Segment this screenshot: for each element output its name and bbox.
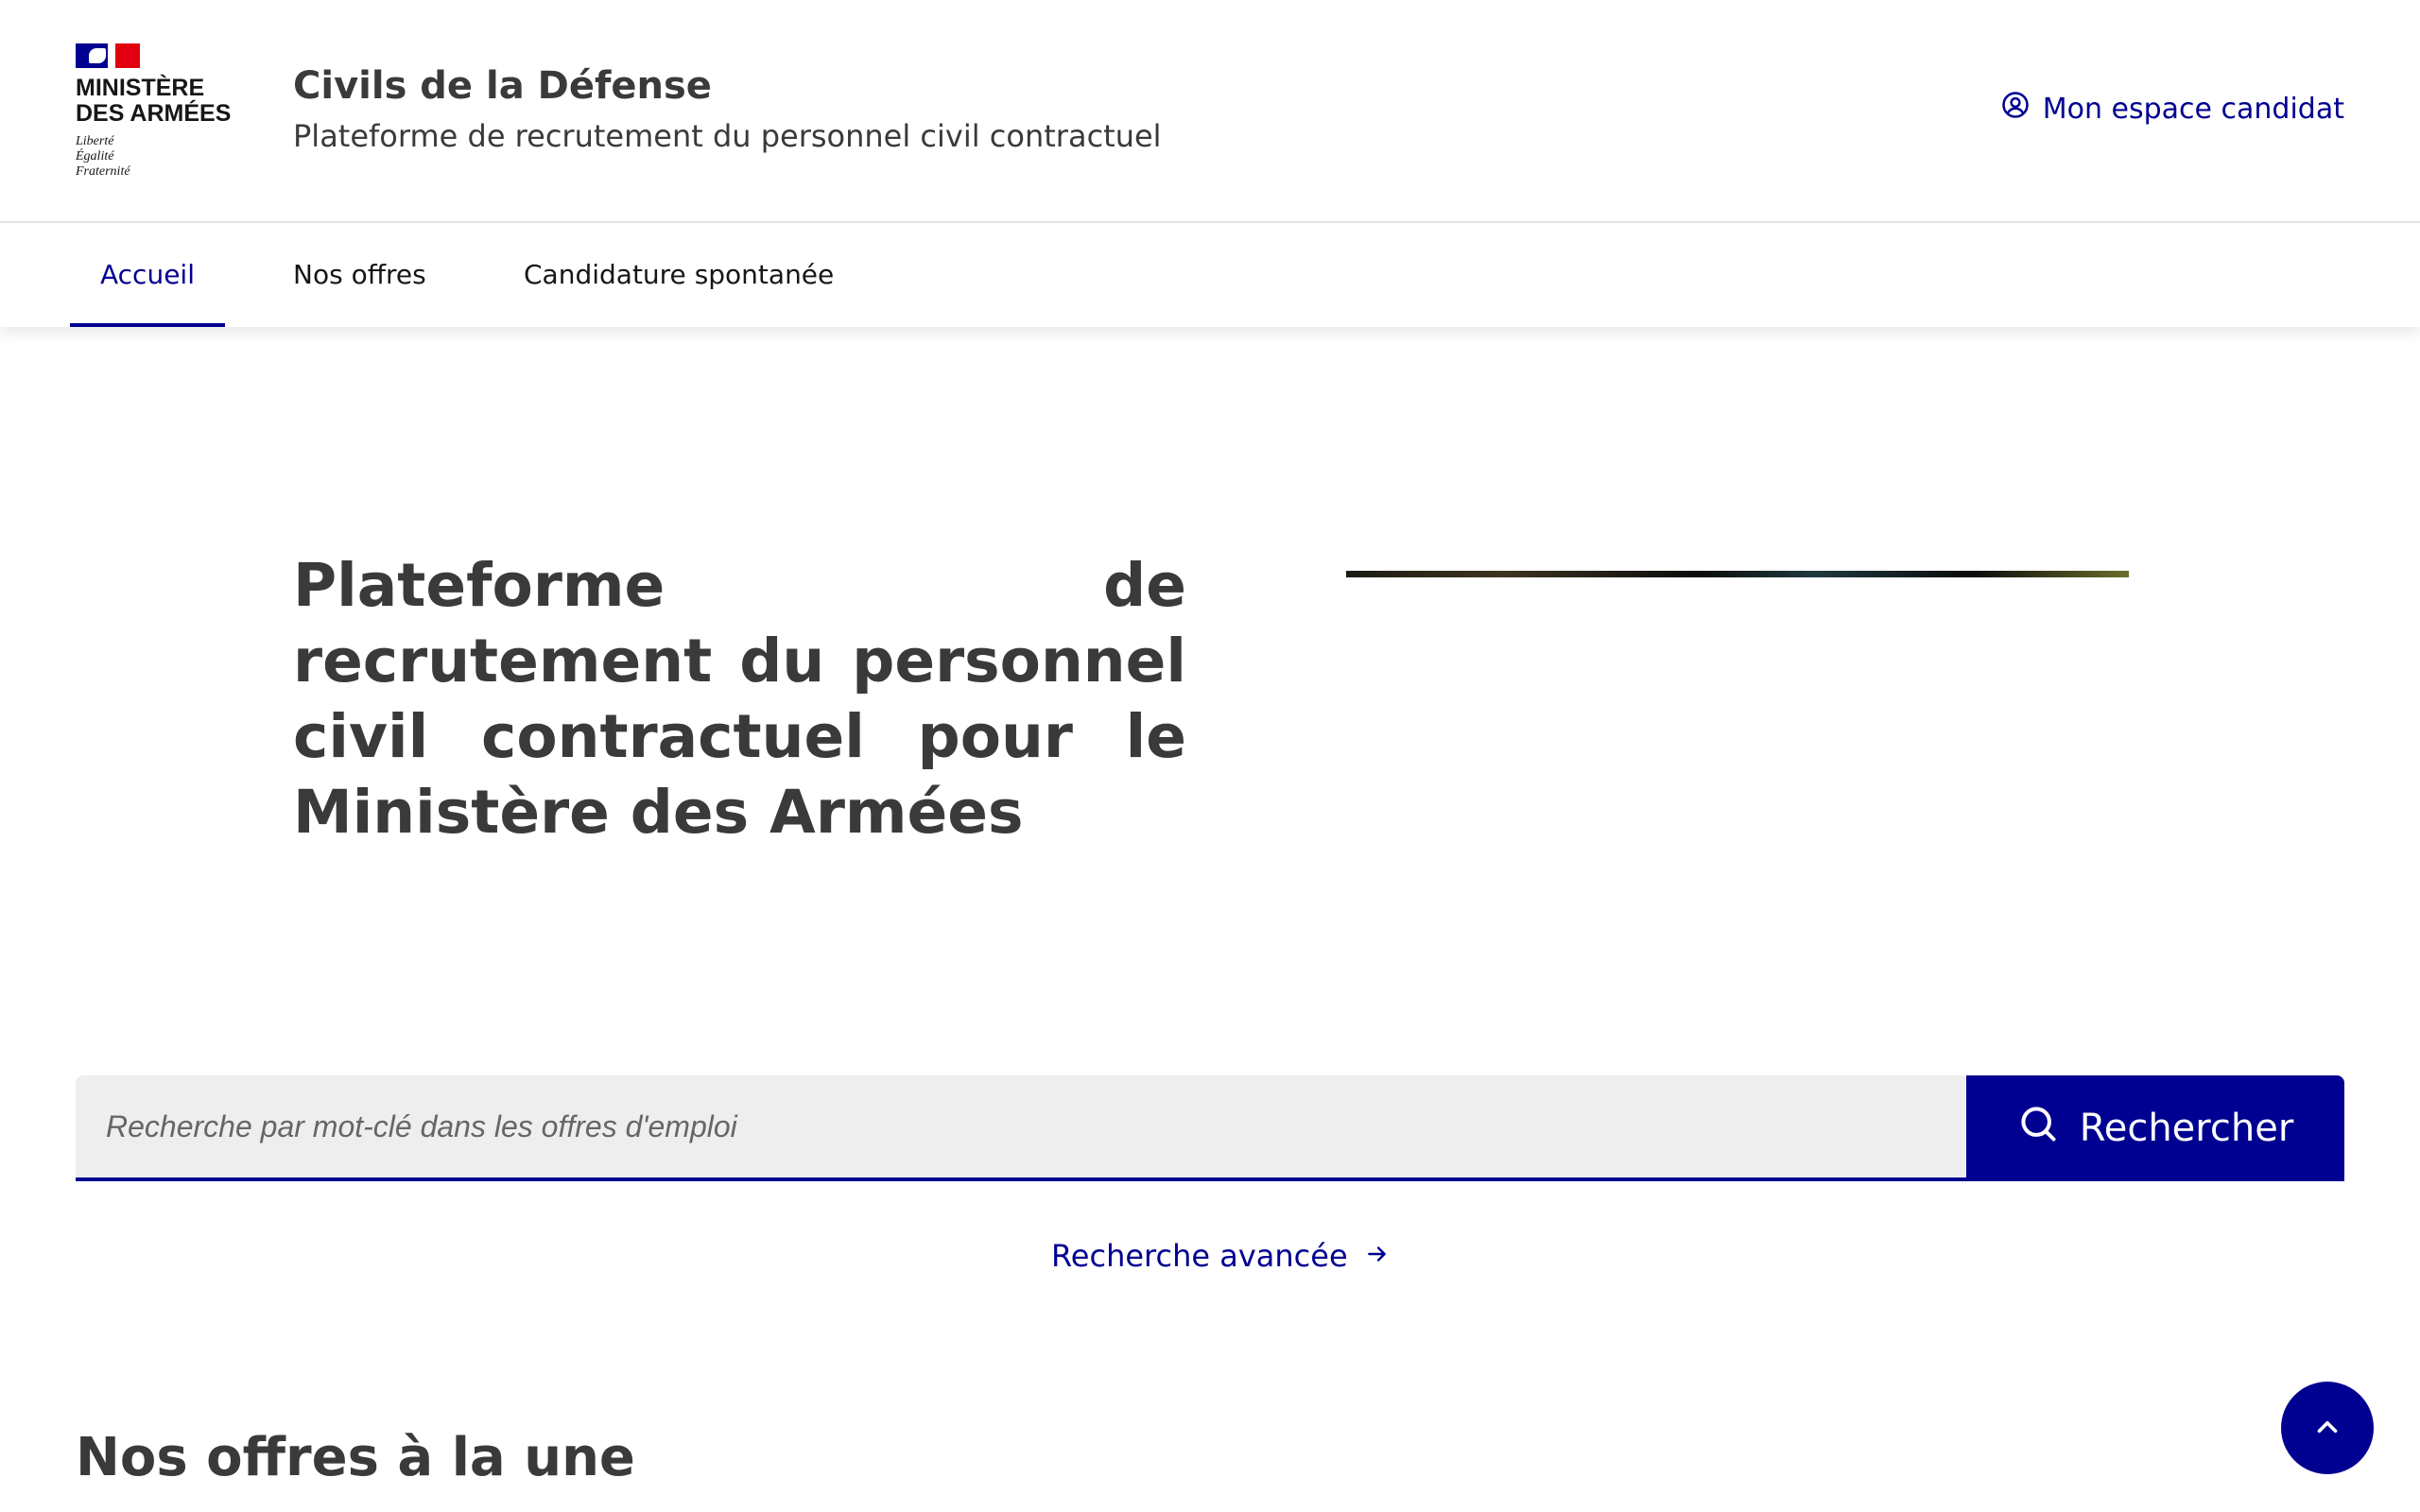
republic-motto: Liberté Égalité Fraternité [76, 134, 236, 180]
site-header: MINISTÈRE DES ARMÉES Liberté Égalité Fra… [0, 0, 2420, 223]
back-to-top-button[interactable] [2281, 1382, 2374, 1474]
nav-item-accueil[interactable]: Accueil [70, 223, 225, 327]
motto-line1: Liberté [76, 134, 114, 148]
search-button-label: Rechercher [2079, 1107, 2294, 1150]
hero-title: Plateforme de recrutement du personnel c… [293, 548, 1186, 850]
ministry-name-line1: MINISTÈRE [76, 75, 205, 101]
advanced-search-link[interactable]: Recherche avancée [1051, 1238, 1390, 1274]
motto-line2: Égalité [76, 149, 114, 163]
ministry-name-line2: DES ARMÉES [76, 100, 232, 127]
hero-image-strip [1346, 571, 2129, 577]
marianne-flag-icon [76, 43, 140, 68]
site-tagline: Plateforme de recrutement du personnel c… [293, 118, 1162, 154]
chevron-up-icon [2311, 1411, 2343, 1446]
arrow-right-icon [1365, 1238, 1390, 1274]
user-circle-icon [2001, 91, 2030, 127]
ministry-logo[interactable]: MINISTÈRE DES ARMÉES Liberté Égalité Fra… [76, 43, 236, 180]
motto-line3: Fraternité [76, 164, 130, 179]
nav-item-nos-offres[interactable]: Nos offres [293, 223, 426, 327]
search-icon [2017, 1103, 2059, 1154]
nav-item-candidature-spontanee[interactable]: Candidature spontanée [524, 223, 834, 327]
search-button[interactable]: Rechercher [1966, 1075, 2344, 1181]
search-form: Rechercher [76, 1075, 2344, 1181]
featured-offers-heading: Nos offres à la une [76, 1427, 635, 1488]
main-navigation: Accueil Nos offres Candidature spontanée [0, 223, 2420, 327]
advanced-search-label: Recherche avancée [1051, 1238, 1348, 1274]
candidate-space-label: Mon espace candidat [2042, 92, 2344, 126]
ministry-name: MINISTÈRE DES ARMÉES [76, 76, 236, 127]
candidate-space-link[interactable]: Mon espace candidat [2001, 91, 2344, 127]
search-input[interactable] [76, 1075, 1966, 1181]
site-title[interactable]: Civils de la Défense [293, 64, 712, 108]
